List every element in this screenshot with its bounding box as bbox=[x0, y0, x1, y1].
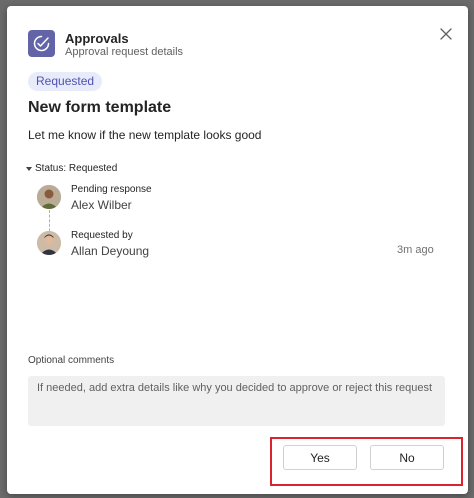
status-badge: Requested bbox=[28, 72, 103, 91]
status-toggle[interactable]: Status: Requested bbox=[26, 163, 117, 174]
person-name: Alex Wilber bbox=[71, 198, 132, 212]
check-circle-icon bbox=[33, 35, 50, 52]
request-description: Let me know if the new template looks go… bbox=[28, 128, 262, 142]
close-icon bbox=[440, 28, 452, 40]
approval-dialog: Approvals Approval request details Reque… bbox=[7, 6, 468, 494]
caret-down-icon bbox=[26, 166, 32, 171]
app-name: Approvals bbox=[65, 31, 129, 46]
person-avatar-icon bbox=[37, 231, 61, 255]
person-name: Allan Deyoung bbox=[71, 244, 150, 258]
request-title: New form template bbox=[28, 99, 172, 116]
yes-button[interactable]: Yes bbox=[283, 445, 357, 470]
request-timestamp: 3m ago bbox=[397, 244, 434, 256]
avatar-alex-wilber bbox=[37, 185, 61, 209]
app-subtitle: Approval request details bbox=[65, 46, 184, 58]
person-role: Pending response bbox=[71, 184, 152, 195]
comments-label: Optional comments bbox=[28, 355, 115, 366]
approvals-app-icon bbox=[28, 30, 55, 57]
avatar-allan-deyoung bbox=[37, 231, 61, 255]
person-avatar-icon bbox=[37, 185, 61, 209]
person-role: Requested by bbox=[71, 230, 133, 241]
comments-input[interactable] bbox=[28, 376, 445, 426]
no-button[interactable]: No bbox=[370, 445, 444, 470]
close-button[interactable] bbox=[439, 27, 453, 41]
status-label: Status: Requested bbox=[35, 163, 118, 174]
